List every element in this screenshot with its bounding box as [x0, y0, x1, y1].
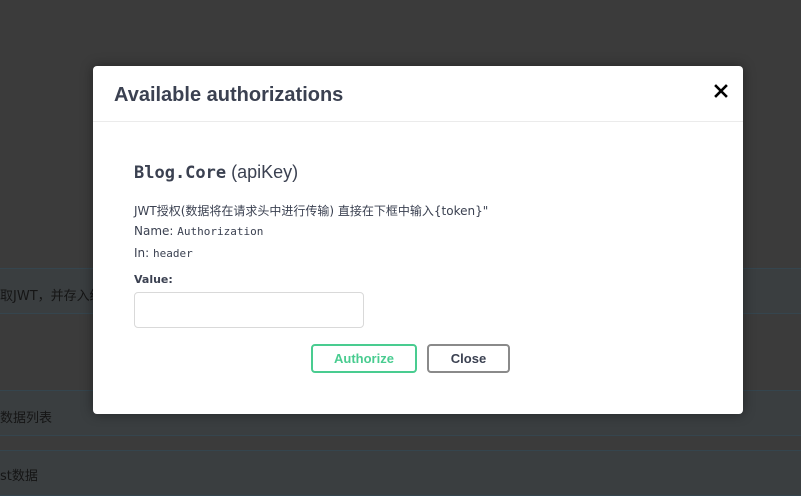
- modal-header: Available authorizations: [93, 66, 743, 122]
- value-input[interactable]: [134, 292, 364, 328]
- in-label: In:: [134, 246, 150, 260]
- name-value: Authorization: [177, 225, 264, 238]
- background-operation-text: st数据: [0, 469, 38, 484]
- background-operation-text: 数据列表: [0, 411, 53, 426]
- scheme-name-row: Name: Authorization: [134, 224, 263, 238]
- authorize-button[interactable]: Authorize: [311, 344, 417, 373]
- in-value: header: [153, 247, 193, 260]
- scheme-name: Blog.Core: [134, 163, 227, 183]
- scheme-description: JWT授权(数据将在请求头中进行传输) 直接在下框中输入{token}": [134, 204, 489, 218]
- scheme-type: (apiKey): [231, 162, 299, 182]
- close-button[interactable]: Close: [427, 344, 510, 373]
- background-operation-row: st数据: [0, 450, 801, 496]
- scheme-title: Blog.Core (apiKey): [134, 162, 298, 183]
- modal-title: Available authorizations: [114, 84, 344, 106]
- authorization-modal: Available authorizations Blog.Core (apiK…: [93, 66, 743, 414]
- name-label: Name:: [134, 224, 174, 238]
- background-operation-text: 取JWT，并存入缓: [0, 289, 103, 304]
- value-label: Value:: [134, 273, 173, 286]
- scheme-in-row: In: header: [134, 246, 193, 260]
- close-icon[interactable]: [713, 83, 729, 99]
